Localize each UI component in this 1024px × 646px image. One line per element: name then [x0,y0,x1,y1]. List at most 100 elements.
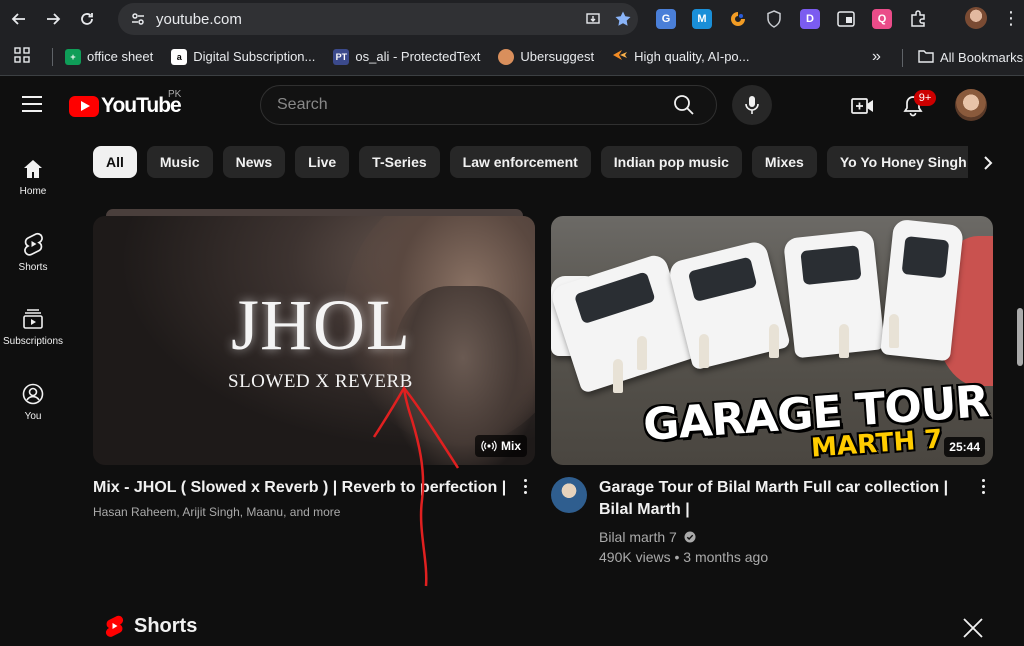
video-meta: Mix - JHOL ( Slowed x Reverb ) | Reverb … [93,477,535,519]
thumbnail-person-image [637,336,647,370]
chip-mixes[interactable]: Mixes [751,146,817,178]
guide-menu-icon[interactable] [22,96,42,117]
google-translate-icon[interactable]: G [656,9,676,29]
bookmark-label: Digital Subscription... [193,49,316,64]
folder-icon [918,49,934,66]
pink-extension-icon[interactable]: Q [872,9,892,29]
site-settings-icon[interactable] [124,11,152,27]
amazon-icon: a [171,48,188,65]
chip-law-enforcement[interactable]: Law enforcement [449,146,591,178]
install-app-icon[interactable] [578,11,608,27]
search-input[interactable] [277,96,652,114]
reload-icon[interactable] [70,2,104,36]
mix-badge-label: Mix [500,439,521,453]
forward-icon[interactable] [36,2,70,36]
chip-yo-yo-honey-singh[interactable]: Yo Yo Honey Singh [826,146,980,178]
bookmark-ubersuggest[interactable]: Ubersuggest [498,48,595,65]
video-card[interactable]: GARAGE TOUR MARTH 7 25:44 Garage Tour of… [551,216,993,567]
shield-extension-icon[interactable] [764,9,784,29]
search-button[interactable] [652,86,716,124]
address-bar[interactable]: youtube.com [118,3,638,35]
apps-grid-icon[interactable] [14,47,30,66]
video-menu-icon[interactable] [973,479,993,494]
search-bar [260,85,717,125]
bookmark-digital-subscription[interactable]: a Digital Subscription... [171,48,316,65]
youtube-play-icon [69,95,99,117]
extensions-puzzle-icon[interactable] [908,9,928,29]
shorts-shelf-header: Shorts [104,614,197,638]
mini-guide: Home Shorts Subscriptions You [0,140,66,440]
bookmarks-overflow-button[interactable]: » [872,48,881,66]
guide-item-subscriptions[interactable]: Subscriptions [0,290,66,365]
video-card[interactable]: JHOL SLOWED X REVERB Mix Mix - JHOL ( Sl… [93,216,535,519]
subscriptions-icon [23,309,43,329]
voice-search-button[interactable] [732,85,772,125]
chip-indian-pop-music[interactable]: Indian pop music [600,146,742,178]
shorts-title: Shorts [134,614,198,637]
create-button[interactable] [850,93,876,119]
thumbnail-person-image [699,334,709,368]
page-scrollbar[interactable] [1017,308,1023,366]
bookmark-protectedtext[interactable]: PT os_ali - ProtectedText [333,48,481,65]
thumbnail-subtitle-text: SLOWED X REVERB [228,371,413,392]
chip-music[interactable]: Music [146,146,213,178]
bookmark-high-quality-ai[interactable]: High quality, AI-po... [612,47,750,66]
bookmark-label: office sheet [87,49,154,64]
chip-news[interactable]: News [222,146,286,178]
chips-next-button[interactable] [968,146,1008,180]
bookmarks-divider [902,49,903,67]
video-menu-icon[interactable] [515,479,535,494]
bookmark-label: Ubersuggest [520,49,595,64]
video-thumbnail[interactable]: GARAGE TOUR MARTH 7 25:44 [551,216,993,465]
all-bookmarks-button[interactable]: All Bookmarks [918,49,1023,66]
video-title[interactable]: Mix - JHOL ( Slowed x Reverb ) | Reverb … [93,477,506,499]
youtube-logo[interactable]: YouTube [69,94,182,118]
chip-all[interactable]: All [93,146,137,178]
d-extension-icon[interactable]: D [800,9,820,29]
protectedtext-icon: PT [333,48,350,65]
back-icon[interactable] [2,2,36,36]
guide-label: Shorts [18,262,48,273]
ubersuggest-icon [498,48,515,65]
close-icon[interactable] [962,617,984,639]
channel-avatar[interactable] [551,477,587,513]
chip-live[interactable]: Live [295,146,350,178]
thumbnail-title-text: JHOL [231,285,411,365]
orange-extension-icon[interactable] [728,9,748,29]
thumbnail-person-image [613,359,623,393]
browser-menu-icon[interactable]: ⋮ [1002,8,1020,29]
window-extension-icon[interactable] [836,9,856,29]
thumbnail-person-image [889,314,899,348]
country-code: PK [168,89,182,100]
thumbnail-car-image [782,229,886,359]
sheets-icon: + [65,48,81,65]
shorts-logo-icon [105,615,124,637]
guide-item-you[interactable]: You [0,365,66,440]
channel-name[interactable]: Bilal marth 7 [599,529,677,545]
video-meta: Garage Tour of Bilal Marth Full car coll… [551,477,993,567]
guide-item-shorts[interactable]: Shorts [0,215,66,290]
notification-count-badge: 9+ [914,90,936,106]
m-extension-icon[interactable]: M [692,9,712,29]
bookmark-star-icon[interactable] [608,10,638,28]
youtube-masthead: YouTube PK 9+ [0,77,1024,135]
guide-label: Subscriptions [2,336,64,347]
bookmarks-bar: + office sheet a Digital Subscription...… [0,38,1024,76]
video-artists: Hasan Raheem, Arijit Singh, Maanu, and m… [93,505,341,519]
all-bookmarks-label: All Bookmarks [940,50,1024,65]
channel-row: Bilal marth 7 [599,527,965,547]
browser-profile-avatar[interactable] [965,7,987,29]
video-thumbnail[interactable]: JHOL SLOWED X REVERB Mix [93,216,535,465]
chip-bar: All Music News Live T-Series Law enforce… [93,146,980,180]
broadcast-icon [481,440,497,452]
mix-stack-edge [106,209,523,216]
account-avatar[interactable] [955,89,987,121]
guide-item-home[interactable]: Home [0,140,66,215]
chip-t-series[interactable]: T-Series [359,146,440,178]
bookmark-office-sheet[interactable]: + office sheet [65,48,154,65]
thumbnail-person-image [839,324,849,358]
video-title[interactable]: Garage Tour of Bilal Marth Full car coll… [599,477,965,521]
bookmark-label: os_ali - ProtectedText [355,49,481,64]
chevron-right-icon [984,156,993,170]
url-text[interactable]: youtube.com [156,11,578,28]
